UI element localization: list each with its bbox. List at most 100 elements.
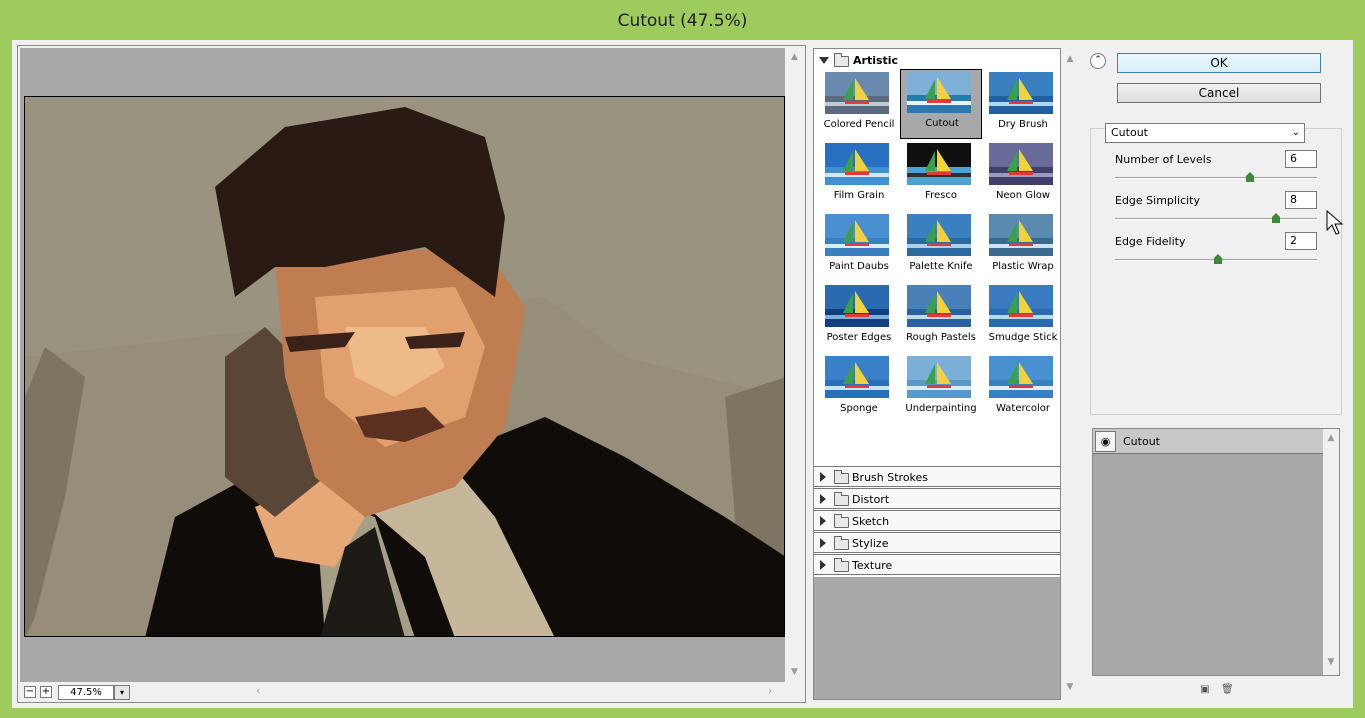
zoom-in-button[interactable]: + [40, 686, 52, 698]
cancel-button[interactable]: Cancel [1117, 83, 1321, 103]
eye-icon[interactable]: ◉ [1095, 431, 1116, 452]
edge-fidelity-input[interactable]: 2 [1285, 232, 1317, 250]
filter-preview-image [989, 356, 1053, 398]
scroll-left-arrow-icon[interactable]: ‹ [256, 684, 260, 697]
filter-thumb[interactable]: Underpainting [900, 355, 982, 425]
filter-thumb[interactable]: Watercolor [982, 355, 1064, 425]
folder-icon [834, 558, 849, 572]
edge-simplicity-slider[interactable] [1115, 213, 1317, 223]
filter-label: Fresco [925, 190, 957, 201]
scroll-up-arrow-icon[interactable]: ▲ [1323, 433, 1339, 443]
ok-button[interactable]: OK [1117, 53, 1321, 73]
filter-label: Smudge Stick [988, 332, 1058, 343]
effect-layer-name: Cutout [1123, 435, 1160, 448]
category-distort[interactable]: Distort [814, 488, 1060, 509]
filter-select[interactable]: Cutout ⌄ [1105, 123, 1305, 143]
filter-thumb[interactable]: Neon Glow [982, 142, 1064, 212]
effect-layers-panel: ◉ Cutout ▲ ▼ [1092, 428, 1340, 676]
category-stylize[interactable]: Stylize [814, 532, 1060, 553]
filter-thumb[interactable]: Film Grain [818, 142, 900, 212]
zoom-bar: − + 47.5% ▾ ‹ › [20, 683, 803, 701]
number-of-levels-slider[interactable] [1115, 172, 1317, 182]
layers-vertical-scrollbar[interactable]: ▲ ▼ [1323, 429, 1339, 675]
zoom-out-button[interactable]: − [24, 686, 36, 698]
filter-preview-image [907, 143, 971, 185]
slider-knob[interactable] [1246, 172, 1254, 182]
zoom-dropdown-button[interactable]: ▾ [114, 685, 130, 700]
filter-label: Film Grain [833, 190, 885, 201]
filter-preview-image [989, 214, 1053, 256]
category-artistic[interactable]: Artistic [814, 51, 1060, 69]
filter-preview-image [825, 214, 889, 256]
filter-select-value: Cutout [1111, 126, 1148, 139]
filter-preview-image [907, 71, 971, 113]
scroll-right-arrow-icon[interactable]: › [768, 684, 772, 697]
preview-vertical-scrollbar[interactable]: ▲ ▼ [786, 48, 803, 682]
number-of-levels-input[interactable]: 6 [1285, 150, 1317, 168]
filter-thumb[interactable]: Paint Daubs [818, 213, 900, 283]
filter-label: Dry Brush [998, 119, 1048, 130]
folder-icon [834, 492, 849, 506]
slider-knob[interactable] [1272, 213, 1280, 223]
folder-icon [834, 514, 849, 528]
edge-simplicity-label: Edge Simplicity [1115, 194, 1200, 207]
category-label: Stylize [852, 537, 889, 550]
filter-preview-image [825, 356, 889, 398]
expand-triangle-icon[interactable] [820, 516, 826, 526]
filter-thumb[interactable]: Dry Brush [982, 71, 1064, 141]
filter-label: Poster Edges [826, 332, 892, 343]
filter-label: Plastic Wrap [992, 261, 1054, 272]
delete-effect-layer-icon[interactable]: 🗑 [1221, 684, 1234, 696]
folder-icon [834, 536, 849, 550]
category-sketch[interactable]: Sketch [814, 510, 1060, 531]
expand-triangle-icon[interactable] [820, 538, 826, 548]
mouse-cursor-icon [1326, 210, 1344, 235]
chevron-down-icon: ⌄ [1291, 127, 1300, 138]
window-title: Cutout (47.5%) [617, 11, 748, 31]
filter-label: Colored Pencil [823, 119, 895, 130]
expand-triangle-icon[interactable] [819, 57, 829, 64]
category-texture[interactable]: Texture [814, 554, 1060, 575]
scroll-down-arrow-icon[interactable]: ▼ [786, 664, 803, 681]
filter-preview-image [907, 214, 971, 256]
new-effect-layer-icon[interactable]: ▣ [1199, 684, 1211, 696]
filter-thumb[interactable]: Plastic Wrap [982, 213, 1064, 283]
filter-thumb[interactable]: Palette Knife [900, 213, 982, 283]
category-label: Brush Strokes [852, 471, 929, 484]
preview-image [24, 96, 785, 637]
filter-preview-image [989, 285, 1053, 327]
edge-fidelity-label: Edge Fidelity [1115, 235, 1186, 248]
expand-triangle-icon[interactable] [820, 472, 826, 482]
filter-label: Paint Daubs [829, 261, 889, 272]
category-label: Texture [852, 559, 893, 572]
category-brush-strokes[interactable]: Brush Strokes [814, 466, 1060, 487]
filter-thumb[interactable]: Rough Pastels [900, 284, 982, 354]
filter-thumb[interactable]: Cutout [900, 69, 982, 139]
collapse-gallery-button[interactable]: ⌃ [1090, 53, 1106, 69]
filter-thumb[interactable]: Colored Pencil [818, 71, 900, 141]
scroll-up-arrow-icon[interactable]: ▲ [1062, 54, 1078, 64]
scroll-down-arrow-icon[interactable]: ▼ [1323, 657, 1339, 667]
filter-thumb[interactable]: Smudge Stick [982, 284, 1064, 354]
gallery-vertical-scrollbar[interactable]: ▲ ▼ [1062, 48, 1078, 700]
scroll-up-arrow-icon[interactable]: ▲ [786, 49, 803, 66]
expand-triangle-icon[interactable] [820, 494, 826, 504]
preview-canvas[interactable] [20, 48, 785, 682]
filter-label: Neon Glow [995, 190, 1051, 201]
edge-simplicity-input[interactable]: 8 [1285, 191, 1317, 209]
scroll-down-arrow-icon[interactable]: ▼ [1062, 682, 1078, 692]
filter-thumb[interactable]: Sponge [818, 355, 900, 425]
filter-preview-image [907, 356, 971, 398]
filter-gallery: Artistic Colored Pencil Cutout Dry Brush Fi… [813, 48, 1061, 700]
category-label: Distort [852, 493, 890, 506]
category-label: Sketch [852, 515, 890, 528]
zoom-level-input[interactable]: 47.5% [58, 685, 114, 700]
effect-layer-row[interactable]: ◉ Cutout [1093, 429, 1323, 454]
filter-thumb[interactable]: Fresco [900, 142, 982, 212]
filter-thumb[interactable]: Poster Edges [818, 284, 900, 354]
expand-triangle-icon[interactable] [820, 560, 826, 570]
slider-knob[interactable] [1214, 254, 1222, 264]
filter-label: Cutout [925, 118, 959, 129]
edge-fidelity-slider[interactable] [1115, 254, 1317, 264]
gallery-empty-area [814, 577, 1060, 699]
